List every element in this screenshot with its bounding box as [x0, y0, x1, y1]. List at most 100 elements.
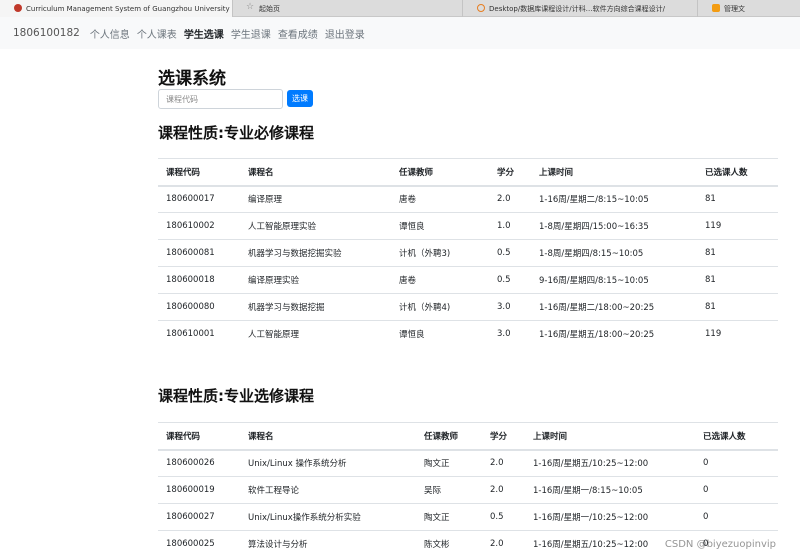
credit: 0.5 [482, 503, 525, 531]
enrolled-count: 0 [695, 476, 778, 504]
browser-tab-admin[interactable]: 管理文 [698, 0, 800, 17]
table-row: 180600019 软件工程导论 吴际 2.0 1-16周/星期一/8:15~1… [158, 476, 778, 504]
table-row: 180600080 机器学习与数据挖掘 计机（外聘4) 3.0 1-16周/星期… [158, 293, 778, 321]
browser-tab-label: Curriculum Management System of Guangzho… [26, 4, 230, 13]
column-header: 任课教师 [391, 158, 489, 187]
credit: 2.0 [482, 449, 525, 477]
elective-courses-table: 课程代码 课程名 任课教师 学分 上课时间 已选课人数 180600026 Un… [158, 422, 778, 556]
section-title-required: 课程性质:专业必修课程 [158, 124, 314, 142]
teacher: 陶文正 [416, 503, 482, 531]
class-time: 1-8周/星期四/8:15~10:05 [531, 239, 697, 267]
column-header: 上课时间 [531, 158, 697, 187]
nav-view-grades[interactable]: 查看成绩 [278, 26, 318, 41]
table-row: 180600026 Unix/Linux 操作系统分析 陶文正 2.0 1-16… [158, 449, 778, 477]
course-code: 180600018 [158, 266, 240, 294]
nav-course-selection[interactable]: 学生选课 [184, 26, 224, 41]
university-logo-icon [14, 4, 22, 12]
nav-personal-info[interactable]: 个人信息 [90, 26, 130, 41]
class-time: 1-16周/星期二/8:15~10:05 [531, 185, 697, 213]
course-code: 180610001 [158, 320, 240, 348]
class-time: 9-16周/星期四/8:15~10:05 [531, 266, 697, 294]
teacher: 谭恒良 [391, 320, 489, 348]
course-name: 编译原理实验 [240, 266, 391, 294]
teacher: 陶文正 [416, 449, 482, 477]
column-header: 课程名 [240, 422, 416, 451]
teacher: 唐卷 [391, 185, 489, 213]
class-time: 1-16周/星期一/8:15~10:05 [525, 476, 695, 504]
class-time: 1-8周/星期四/15:00~16:35 [531, 212, 697, 240]
course-name: Unix/Linux操作系统分析实验 [240, 503, 416, 531]
column-header: 课程名 [240, 158, 391, 187]
course-code: 180600027 [158, 503, 240, 531]
credit: 2.0 [482, 476, 525, 504]
browser-tab-desktop[interactable]: Desktop/数据库课程设计/计科…软件方向综合课程设计/ [463, 0, 698, 17]
column-header: 课程代码 [158, 422, 240, 451]
table-row: 180600081 机器学习与数据挖掘实验 计机（外聘3) 0.5 1-8周/星… [158, 239, 778, 267]
credit: 0.5 [489, 266, 531, 294]
loading-ring-icon [477, 4, 485, 12]
course-name: 编译原理 [240, 185, 391, 213]
class-time: 1-16周/星期二/18:00~20:25 [531, 293, 697, 321]
page-title: 选课系统 [158, 69, 226, 89]
student-id-brand[interactable]: 1806100182 [13, 27, 80, 39]
column-header: 课程代码 [158, 158, 240, 187]
enrolled-count: 81 [697, 239, 778, 267]
enrolled-count: 119 [697, 212, 778, 240]
course-name: 机器学习与数据挖掘实验 [240, 239, 391, 267]
table-row: 180600017 编译原理 唐卷 2.0 1-16周/星期二/8:15~10:… [158, 185, 778, 213]
course-name: 人工智能原理实验 [240, 212, 391, 240]
nav-personal-timetable[interactable]: 个人课表 [137, 26, 177, 41]
teacher: 谭恒良 [391, 212, 489, 240]
browser-tab-label: 管理文 [724, 4, 745, 13]
course-code: 180600026 [158, 449, 240, 477]
course-code: 180610002 [158, 212, 240, 240]
column-header: 已选课人数 [695, 422, 778, 451]
enrolled-count: 0 [695, 503, 778, 531]
nav-course-drop[interactable]: 学生退课 [231, 26, 271, 41]
column-header: 已选课人数 [697, 158, 778, 187]
browser-tab-start-page[interactable]: ☆ 起始页 [233, 0, 463, 17]
column-header: 任课教师 [416, 422, 482, 451]
enrolled-count: 0 [695, 449, 778, 477]
teacher: 吴际 [416, 476, 482, 504]
class-time: 1-16周/星期五/18:00~20:25 [531, 320, 697, 348]
credit: 0.5 [489, 239, 531, 267]
star-icon: ☆ [246, 2, 255, 12]
select-course-button[interactable]: 选课 [287, 90, 313, 107]
enrolled-count: 81 [697, 185, 778, 213]
course-code: 180600025 [158, 530, 240, 556]
table-header-row: 课程代码 课程名 任课教师 学分 上课时间 已选课人数 [158, 158, 778, 187]
class-time: 1-16周/星期一/10:25~12:00 [525, 503, 695, 531]
course-name: 算法设计与分析 [240, 530, 416, 556]
enrolled-count: 119 [697, 320, 778, 348]
teacher: 陈文彬 [416, 530, 482, 556]
class-time: 1-16周/星期五/10:25~12:00 [525, 449, 695, 477]
page-icon [712, 4, 720, 12]
teacher: 计机（外聘4) [391, 293, 489, 321]
section-title-elective: 课程性质:专业选修课程 [158, 387, 314, 405]
column-header: 学分 [482, 422, 525, 451]
table-header-row: 课程代码 课程名 任课教师 学分 上课时间 已选课人数 [158, 422, 778, 451]
course-name: 机器学习与数据挖掘 [240, 293, 391, 321]
enrolled-count: 81 [697, 266, 778, 294]
course-code: 180600080 [158, 293, 240, 321]
credit: 2.0 [489, 185, 531, 213]
table-row: 180610001 人工智能原理 谭恒良 3.0 1-16周/星期五/18:00… [158, 320, 778, 348]
table-row: 180600018 编译原理实验 唐卷 0.5 9-16周/星期四/8:15~1… [158, 266, 778, 294]
teacher: 唐卷 [391, 266, 489, 294]
course-name: Unix/Linux 操作系统分析 [240, 449, 416, 477]
browser-tab-strip: Curriculum Management System of Guangzho… [0, 0, 800, 17]
course-code: 180600017 [158, 185, 240, 213]
enrolled-count: 81 [697, 293, 778, 321]
browser-tab-curriculum[interactable]: Curriculum Management System of Guangzho… [0, 0, 233, 17]
top-navbar: 1806100182 个人信息 个人课表 学生选课 学生退课 查看成绩 退出登录 [0, 17, 800, 49]
credit: 2.0 [482, 530, 525, 556]
course-code: 180600019 [158, 476, 240, 504]
course-code-input[interactable] [158, 89, 283, 109]
table-row: 180610002 人工智能原理实验 谭恒良 1.0 1-8周/星期四/15:0… [158, 212, 778, 240]
column-header: 学分 [489, 158, 531, 187]
course-code: 180600081 [158, 239, 240, 267]
nav-logout[interactable]: 退出登录 [325, 26, 365, 41]
course-name: 人工智能原理 [240, 320, 391, 348]
credit: 3.0 [489, 293, 531, 321]
